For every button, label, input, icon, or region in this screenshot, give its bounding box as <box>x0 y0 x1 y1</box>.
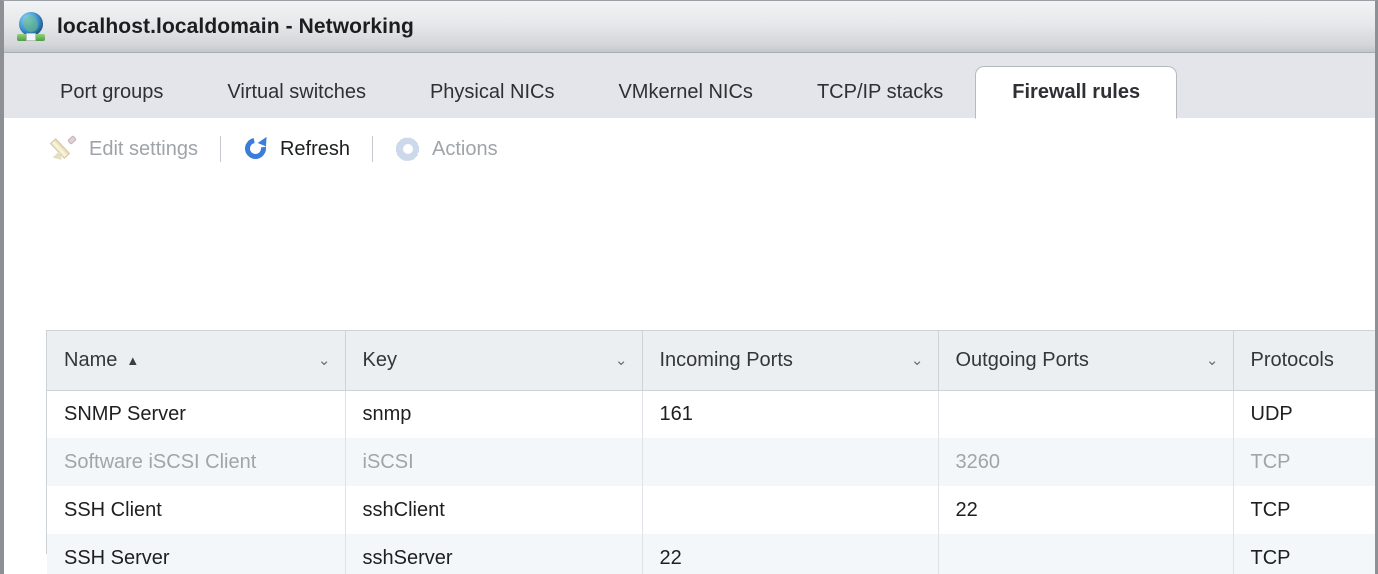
window-titlebar: localhost.localdomain - Networking <box>4 1 1375 53</box>
networking-window: localhost.localdomain - Networking Port … <box>0 0 1378 574</box>
tab-vmkernel-nics[interactable]: VMkernel NICs <box>586 66 784 119</box>
table-row[interactable]: Software iSCSI Client iSCSI 3260 TCP <box>47 438 1375 486</box>
tab-label: Firewall rules <box>1012 81 1141 103</box>
column-header-key[interactable]: Key ⌄ <box>345 331 643 391</box>
cell-protocols: TCP <box>1233 486 1375 534</box>
tab-tcpip-stacks[interactable]: TCP/IP stacks <box>785 66 975 119</box>
cell-protocols: TCP <box>1233 438 1375 486</box>
cell-outgoing-ports: 22 <box>938 486 1234 534</box>
tab-port-groups[interactable]: Port groups <box>28 66 195 119</box>
cell-outgoing-ports <box>938 534 1234 574</box>
action-toolbar: Edit settings Refresh Actions <box>4 118 1375 180</box>
column-header-protocols[interactable]: Protocols <box>1233 331 1375 391</box>
cell-incoming-ports: 161 <box>642 390 939 438</box>
cell-name: SNMP Server <box>47 390 346 438</box>
cell-incoming-ports <box>642 438 939 486</box>
column-header-name[interactable]: Name ▲ ⌄ <box>47 331 346 391</box>
edit-settings-button[interactable]: Edit settings <box>49 135 198 164</box>
toolbar-separator <box>371 136 373 162</box>
cell-name: SSH Client <box>47 486 346 534</box>
cell-protocols: UDP <box>1233 390 1375 438</box>
edit-settings-label: Edit settings <box>89 137 198 160</box>
gear-icon <box>395 136 421 162</box>
refresh-label: Refresh <box>279 137 350 160</box>
pencil-icon <box>49 135 78 164</box>
refresh-icon <box>240 133 271 164</box>
tab-label: TCP/IP stacks <box>816 81 944 103</box>
tab-label: VMkernel NICs <box>618 81 753 103</box>
actions-label: Actions <box>431 137 498 160</box>
content-area: Edit settings Refresh Actions Name ▲ ⌄ K… <box>4 118 1375 574</box>
column-header-label: Protocols <box>1250 348 1334 371</box>
cell-key: sshClient <box>345 486 643 534</box>
column-header-outgoing-ports[interactable]: Outgoing Ports ⌄ <box>938 331 1234 391</box>
table-header-row: Name ▲ ⌄ Key ⌄ Incoming Ports ⌄ Outgoing… <box>47 331 1375 391</box>
tab-bar: Port groups Virtual switches Physical NI… <box>4 53 1375 119</box>
cell-protocols: TCP <box>1233 534 1375 574</box>
actions-button[interactable]: Actions <box>395 136 498 162</box>
tab-label: Virtual switches <box>227 81 366 103</box>
grid-scroll-region[interactable]: Name ▲ ⌄ Key ⌄ Incoming Ports ⌄ Outgoing… <box>47 331 1375 574</box>
chevron-down-icon[interactable]: ⌄ <box>615 352 628 368</box>
column-header-label: Name <box>64 348 118 371</box>
cell-key: sshServer <box>345 534 643 574</box>
column-header-incoming-ports[interactable]: Incoming Ports ⌄ <box>642 331 939 391</box>
table-row[interactable]: SNMP Server snmp 161 UDP <box>47 390 1375 438</box>
cell-name: Software iSCSI Client <box>47 438 346 486</box>
tab-firewall-rules[interactable]: Firewall rules <box>975 66 1178 119</box>
chevron-down-icon[interactable]: ⌄ <box>911 352 924 368</box>
cell-key: iSCSI <box>345 438 643 486</box>
toolbar-separator <box>219 136 221 162</box>
firewall-rules-grid: Name ▲ ⌄ Key ⌄ Incoming Ports ⌄ Outgoing… <box>46 330 1375 574</box>
cell-name: SSH Server <box>47 534 346 574</box>
table-row[interactable]: SSH Client sshClient 22 TCP <box>47 486 1375 534</box>
cell-incoming-ports <box>642 486 939 534</box>
cell-outgoing-ports: 3260 <box>938 438 1234 486</box>
column-header-label: Outgoing Ports <box>955 348 1089 371</box>
tab-label: Physical NICs <box>429 81 555 103</box>
refresh-button[interactable]: Refresh <box>240 133 350 164</box>
tab-physical-nics[interactable]: Physical NICs <box>398 66 586 119</box>
table-row[interactable]: SSH Server sshServer 22 TCP <box>47 534 1375 574</box>
cell-incoming-ports: 22 <box>642 534 939 574</box>
column-header-label: Key <box>362 348 397 371</box>
tab-label: Port groups <box>60 81 164 103</box>
cell-key: snmp <box>345 390 643 438</box>
window-title: localhost.localdomain - Networking <box>57 14 414 38</box>
globe-network-icon <box>16 11 46 42</box>
tab-virtual-switches[interactable]: Virtual switches <box>195 66 398 119</box>
sort-ascending-icon: ▲ <box>126 352 140 368</box>
column-header-label: Incoming Ports <box>659 348 793 371</box>
chevron-down-icon[interactable]: ⌄ <box>1206 352 1219 368</box>
cell-outgoing-ports <box>938 390 1234 438</box>
chevron-down-icon[interactable]: ⌄ <box>318 352 331 368</box>
